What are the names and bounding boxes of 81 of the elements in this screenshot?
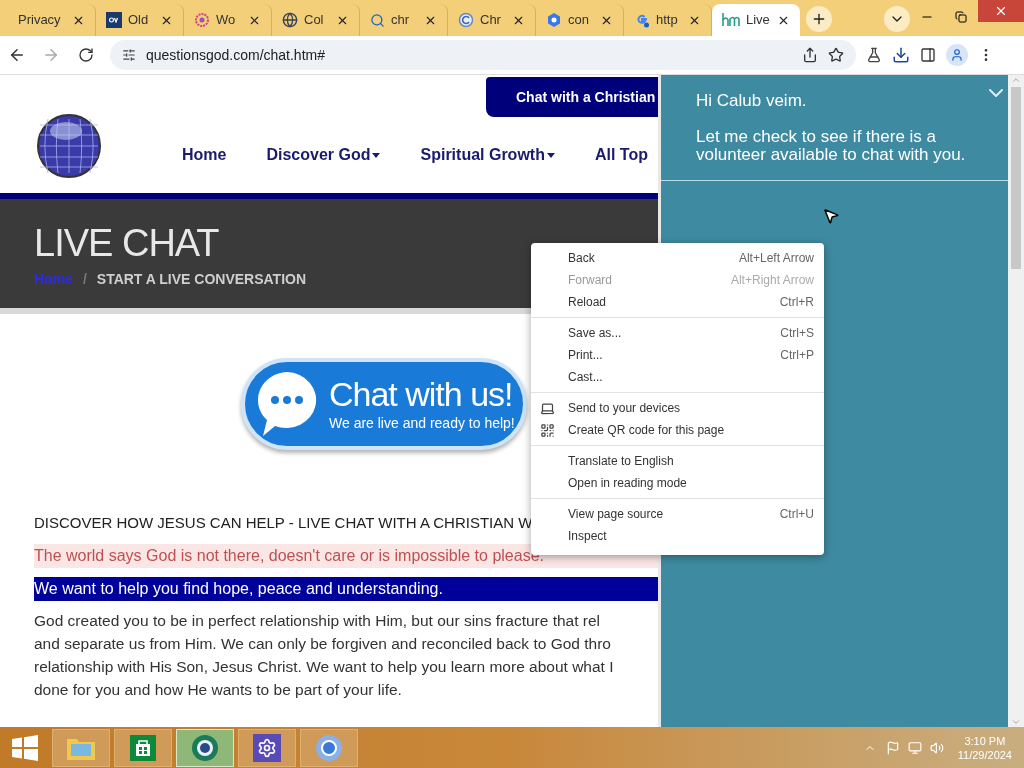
menu-item[interactable]: Open in reading mode [531,472,824,494]
shortcut-text: Ctrl+R [779,294,814,311]
tab-title: Privacy [18,11,62,30]
swirl-icon [458,12,474,28]
globe-logo-icon [36,113,102,179]
paragraph-line: God created you to be in perfect relationship with Him, but our sins fracture that rel [34,610,602,631]
scrollbar-thumb[interactable] [1011,87,1021,269]
breadcrumb-text: START A LIVE CONVERSATION [96,270,307,289]
hexagon-icon [546,12,562,28]
menu-item[interactable]: Reload Ctrl+R [531,291,824,313]
favicon-icon [106,12,122,28]
letter-icon [634,12,650,28]
bookmark-star-icon[interactable] [828,47,844,63]
circle-icon [315,733,343,762]
new-tab-button[interactable] [806,6,832,32]
shortcut-text: Alt+Right Arrow [730,272,814,289]
shortcut-text: Ctrl+S [780,325,814,342]
laptop-icon [540,400,555,416]
profile-icon[interactable] [946,44,968,66]
breadcrumb-separator: / [82,270,87,289]
chat-button-title: Chat with us! [329,374,514,413]
person-icon [950,48,964,62]
chat-button-subtitle: We are live and ready to help! [329,413,515,433]
menu-item[interactable]: Translate to English [531,450,824,472]
menu-item[interactable]: Print... Ctrl+P [531,344,824,366]
cursor-icon [822,207,840,225]
clock-time: 3:10 PM [964,733,1006,748]
shopping-bag-icon [130,734,156,761]
chat-banner-button[interactable]: Chat with a Christian [486,77,658,117]
qr-code-icon [540,422,555,438]
restore-icon [955,11,967,23]
taskbar-button[interactable] [238,728,296,767]
tab-title: Live [746,11,771,30]
close-icon [994,4,1008,18]
hero-title: LIVE CHAT [34,221,219,265]
paragraph-line: relationship with His Son, Jesus Christ. We want to help you learn more about what I [34,656,615,677]
site-info-icon[interactable] [122,48,136,62]
taskbar-button[interactable] [300,728,358,767]
tab-title: chr [391,11,411,30]
shortcut-text: Ctrl+P [780,347,814,364]
shortcut-text: Alt+Left Arrow [738,250,814,267]
nav-link[interactable]: Home [182,143,227,167]
download-icon[interactable] [892,46,910,64]
browser-tab[interactable]: Live [712,4,800,36]
clock-date: 11/29/2024 [957,747,1012,762]
url-text: questionsgod.com/chat.htm# [146,45,325,65]
tab-title: con [568,11,590,30]
tab-title: http [656,11,679,30]
tab-title: Chr [480,11,502,30]
menu-item[interactable]: Send to your devices [531,397,824,419]
reload-icon[interactable] [78,47,94,63]
menu-item[interactable]: Save as... Ctrl+S [531,322,824,344]
flower-icon [194,12,210,28]
side-panel-icon[interactable] [920,47,936,63]
menu-item[interactable]: Cast... [531,366,824,388]
nav-link[interactable]: Spiritual Growth [420,143,555,167]
paragraph-line: and separate us from Him. We can only be forgiven and reconciled back to God thro [34,633,612,654]
tab-title: Old [128,11,150,30]
address-field[interactable]: questionsgod.com/chat.htm# [110,40,856,70]
chat-message: Hi Calub veim. [696,92,808,110]
nav-link[interactable]: Discover God [266,143,381,167]
hm-logo-icon [722,13,740,27]
tab-title: Wo [216,11,237,30]
nav-link[interactable]: All Top [594,143,648,167]
taskbar-button[interactable] [114,728,172,767]
menu-item[interactable]: Back Alt+Left Arrow [531,247,824,269]
plus-icon [811,11,827,27]
tab-title: Col [304,11,325,30]
shortcut-text: Ctrl+U [779,506,814,523]
chat-message: Let me check to see if there is a volunteer available to chat with you. [696,128,967,164]
menu-item[interactable]: Create QR code for this page [531,419,824,441]
search-icon [370,12,385,28]
share-icon[interactable] [802,47,818,63]
windows-start-icon[interactable] [12,734,38,761]
menu-item[interactable]: View page source Ctrl+U [531,503,824,525]
tab-search-button[interactable] [884,6,910,32]
paragraph-line: done for you and how He wants to be part of your life. [34,679,403,700]
chat-with-us-button[interactable]: Chat with us! We are live and ready to help! [241,358,527,450]
back-icon[interactable] [8,46,26,64]
highlighted-text: We want to help you find hope, peace and understanding. [34,576,658,601]
flask-icon[interactable] [866,47,882,63]
